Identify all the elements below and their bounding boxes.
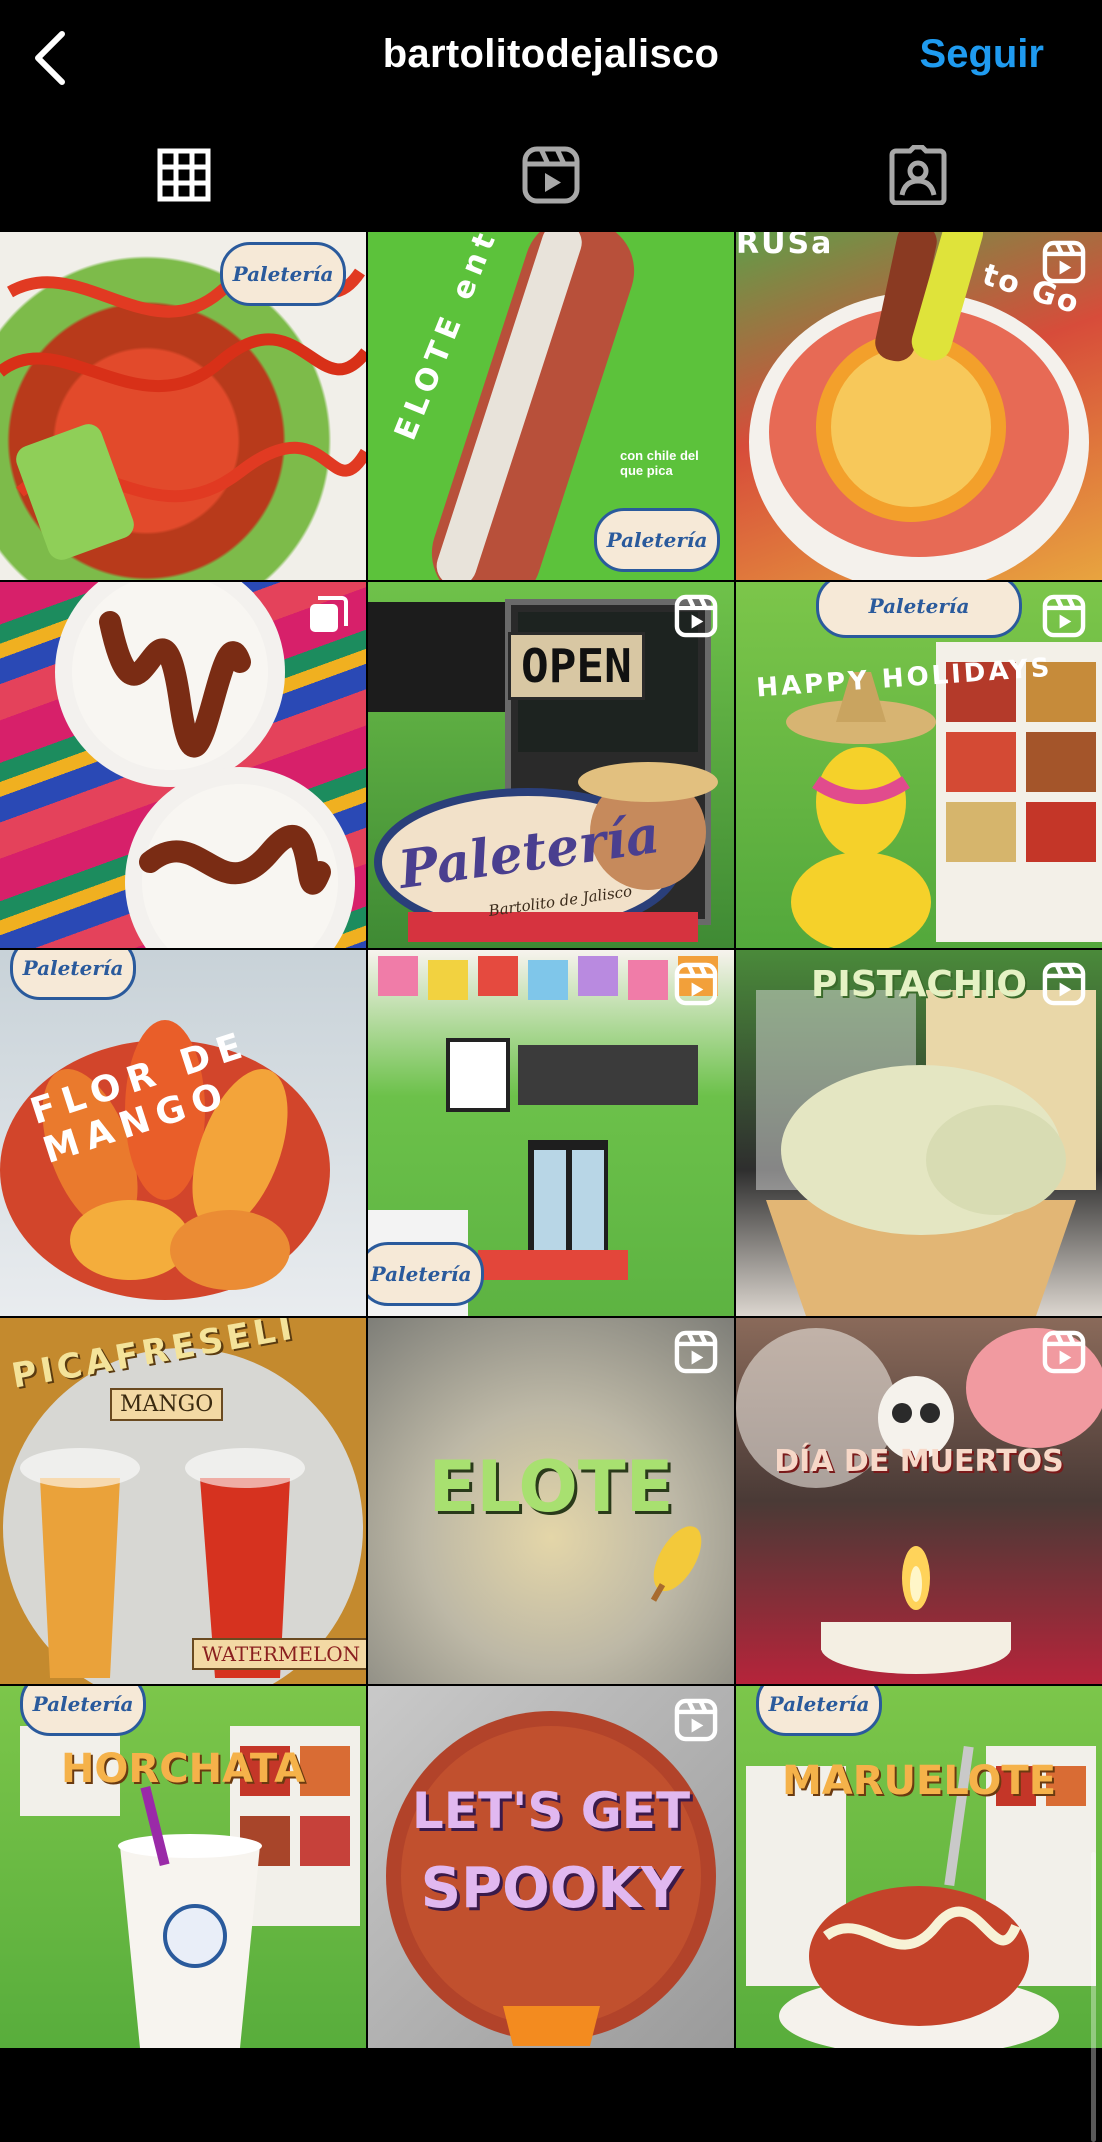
post-tile[interactable]: Paletería: [368, 950, 734, 1316]
brand-logo: Paletería: [594, 508, 720, 572]
reel-badge-icon: [1042, 240, 1086, 284]
post-artwork: [746, 1745, 1096, 2048]
post-caption: DÍA DE MUERTOS: [774, 1444, 1064, 1479]
reel-badge-icon: [674, 1330, 718, 1374]
post-tile[interactable]: DÍA DE MUERTOS: [736, 1318, 1102, 1684]
post-tile[interactable]: OPEN Paletería Bartolito de Jalisco: [368, 582, 734, 948]
post-tile[interactable]: MARUELOTE Paletería: [736, 1686, 1102, 2048]
reel-badge-icon: [1042, 1330, 1086, 1374]
post-tile[interactable]: ELOTE: [368, 1318, 734, 1684]
post-tile[interactable]: ELOTE entero con chile del que pica Pale…: [368, 232, 734, 580]
post-artwork: [20, 1726, 360, 2048]
open-sign: OPEN: [508, 632, 645, 700]
brand-logo: Paletería: [816, 582, 1022, 638]
tab-tagged[interactable]: [734, 118, 1101, 232]
post-tile[interactable]: PISTACHIO: [736, 950, 1102, 1316]
post-tile[interactable]: Paletería: [0, 232, 366, 580]
follow-button[interactable]: Seguir: [920, 32, 1044, 77]
brand-logo: Paletería: [10, 950, 136, 1000]
post-tile[interactable]: FLOR DE MANGO Paletería: [0, 950, 366, 1316]
reels-icon: [522, 146, 579, 204]
reel-badge-icon: [1042, 594, 1086, 638]
post-caption: MARUELOTE: [781, 1758, 1057, 1804]
tab-grid[interactable]: [0, 118, 367, 232]
post-tile[interactable]: [0, 582, 366, 948]
scroll-indicator[interactable]: [1091, 1852, 1096, 2142]
profile-header: bartolitodejalisco Seguir: [0, 0, 1102, 118]
flavor-label: MANGO: [110, 1388, 224, 1421]
post-tile[interactable]: HORCHATA Paletería: [0, 1686, 366, 2048]
reel-badge-icon: [674, 962, 718, 1006]
post-tile[interactable]: HAPPY HOLIDAYS Paletería: [736, 582, 1102, 948]
flavor-label: WATERMELON: [192, 1638, 366, 1670]
post-subcaption: con chile del que pica: [620, 448, 699, 478]
post-caption: RUSa: [736, 232, 834, 261]
post-caption-line2: SPOOKY: [420, 1856, 682, 1921]
brand-logo: Paletería: [756, 1686, 882, 1736]
brand-logo: Paletería: [20, 1686, 146, 1736]
post-tile[interactable]: PICAFRESELI MANGO WATERMELON: [0, 1318, 366, 1684]
post-caption-line1: LET'S GET: [411, 1782, 691, 1840]
reel-badge-icon: [674, 594, 718, 638]
reel-badge-icon: [674, 1698, 718, 1742]
grid-icon: [157, 148, 210, 202]
post-tile[interactable]: LET'S GET SPOOKY: [368, 1686, 734, 2048]
carousel-badge-icon: [310, 596, 348, 632]
reel-badge-icon: [1042, 962, 1086, 1006]
posts-grid: Paletería ELOTE entero con chile del que…: [0, 232, 1102, 2142]
post-tile[interactable]: RUSa to Go: [736, 232, 1102, 580]
tab-reels[interactable]: [367, 118, 734, 232]
brand-logo: Paletería: [368, 1242, 484, 1306]
tagged-icon: [889, 145, 946, 205]
profile-tabs: [0, 118, 1102, 232]
brand-logo: Paletería: [220, 242, 346, 306]
post-caption: HORCHATA: [60, 1746, 306, 1792]
